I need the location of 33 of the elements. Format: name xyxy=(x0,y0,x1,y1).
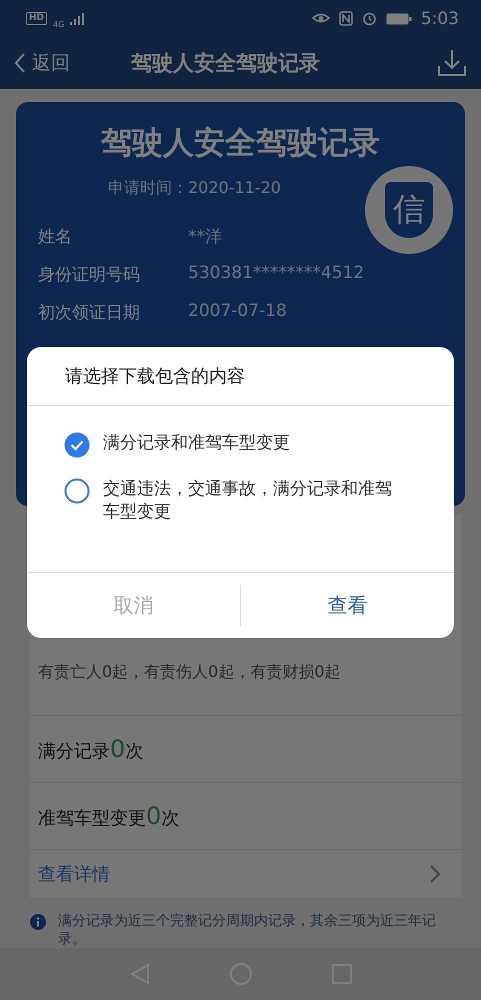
page-title: 驾驶人安全驾驶记录 xyxy=(130,50,321,78)
chevron-left-icon xyxy=(14,52,26,74)
clock: 5:03 xyxy=(420,8,459,29)
shield-seal: 信 xyxy=(385,182,433,238)
option-item[interactable]: 交通违法，交通事故，满分记录和准驾车型变更 xyxy=(64,478,398,524)
radio-button[interactable] xyxy=(64,432,90,458)
field-value: 2007-07-18 xyxy=(188,301,287,324)
alarm-icon xyxy=(362,11,377,26)
view-button[interactable]: 查看 xyxy=(241,573,454,638)
download-icon[interactable] xyxy=(437,48,467,78)
field-label: 初次领证日期 xyxy=(38,302,141,324)
certificate-title: 驾驶人安全驾驶记录 xyxy=(100,124,381,164)
dialog-title: 请选择下载包含的内容 xyxy=(27,347,454,406)
nfc-icon xyxy=(338,11,353,26)
field-value: 530381********4512 xyxy=(188,263,364,286)
option-item[interactable]: 满分记录和准驾车型变更 xyxy=(64,432,398,458)
signal-icon xyxy=(70,12,84,25)
back-button[interactable]: 返回 xyxy=(14,50,114,76)
network-type: 4G xyxy=(53,20,64,30)
record-detail: 有责亡人0起，有责伤人0起，有责财损0起 xyxy=(38,662,342,683)
application-date: 申请时间：2020-11-20 xyxy=(107,178,282,200)
eye-icon xyxy=(312,12,330,25)
record-count: 准驾车型变更0次 xyxy=(38,802,180,830)
field-label: 姓名 xyxy=(38,226,73,248)
battery-icon xyxy=(386,12,412,25)
info-icon xyxy=(30,914,46,930)
field-value: **洋 xyxy=(188,226,222,248)
field-label: 身份证明号码 xyxy=(38,264,141,286)
note-text: 满分记录为近三个完整记分周期内记录，其余三项为近三年记录。 xyxy=(58,912,437,948)
hd-badge: HD xyxy=(26,12,48,26)
record-count: 满分记录0次 xyxy=(38,735,144,764)
chevron-right-icon xyxy=(430,865,440,884)
radio-button[interactable] xyxy=(64,478,90,504)
